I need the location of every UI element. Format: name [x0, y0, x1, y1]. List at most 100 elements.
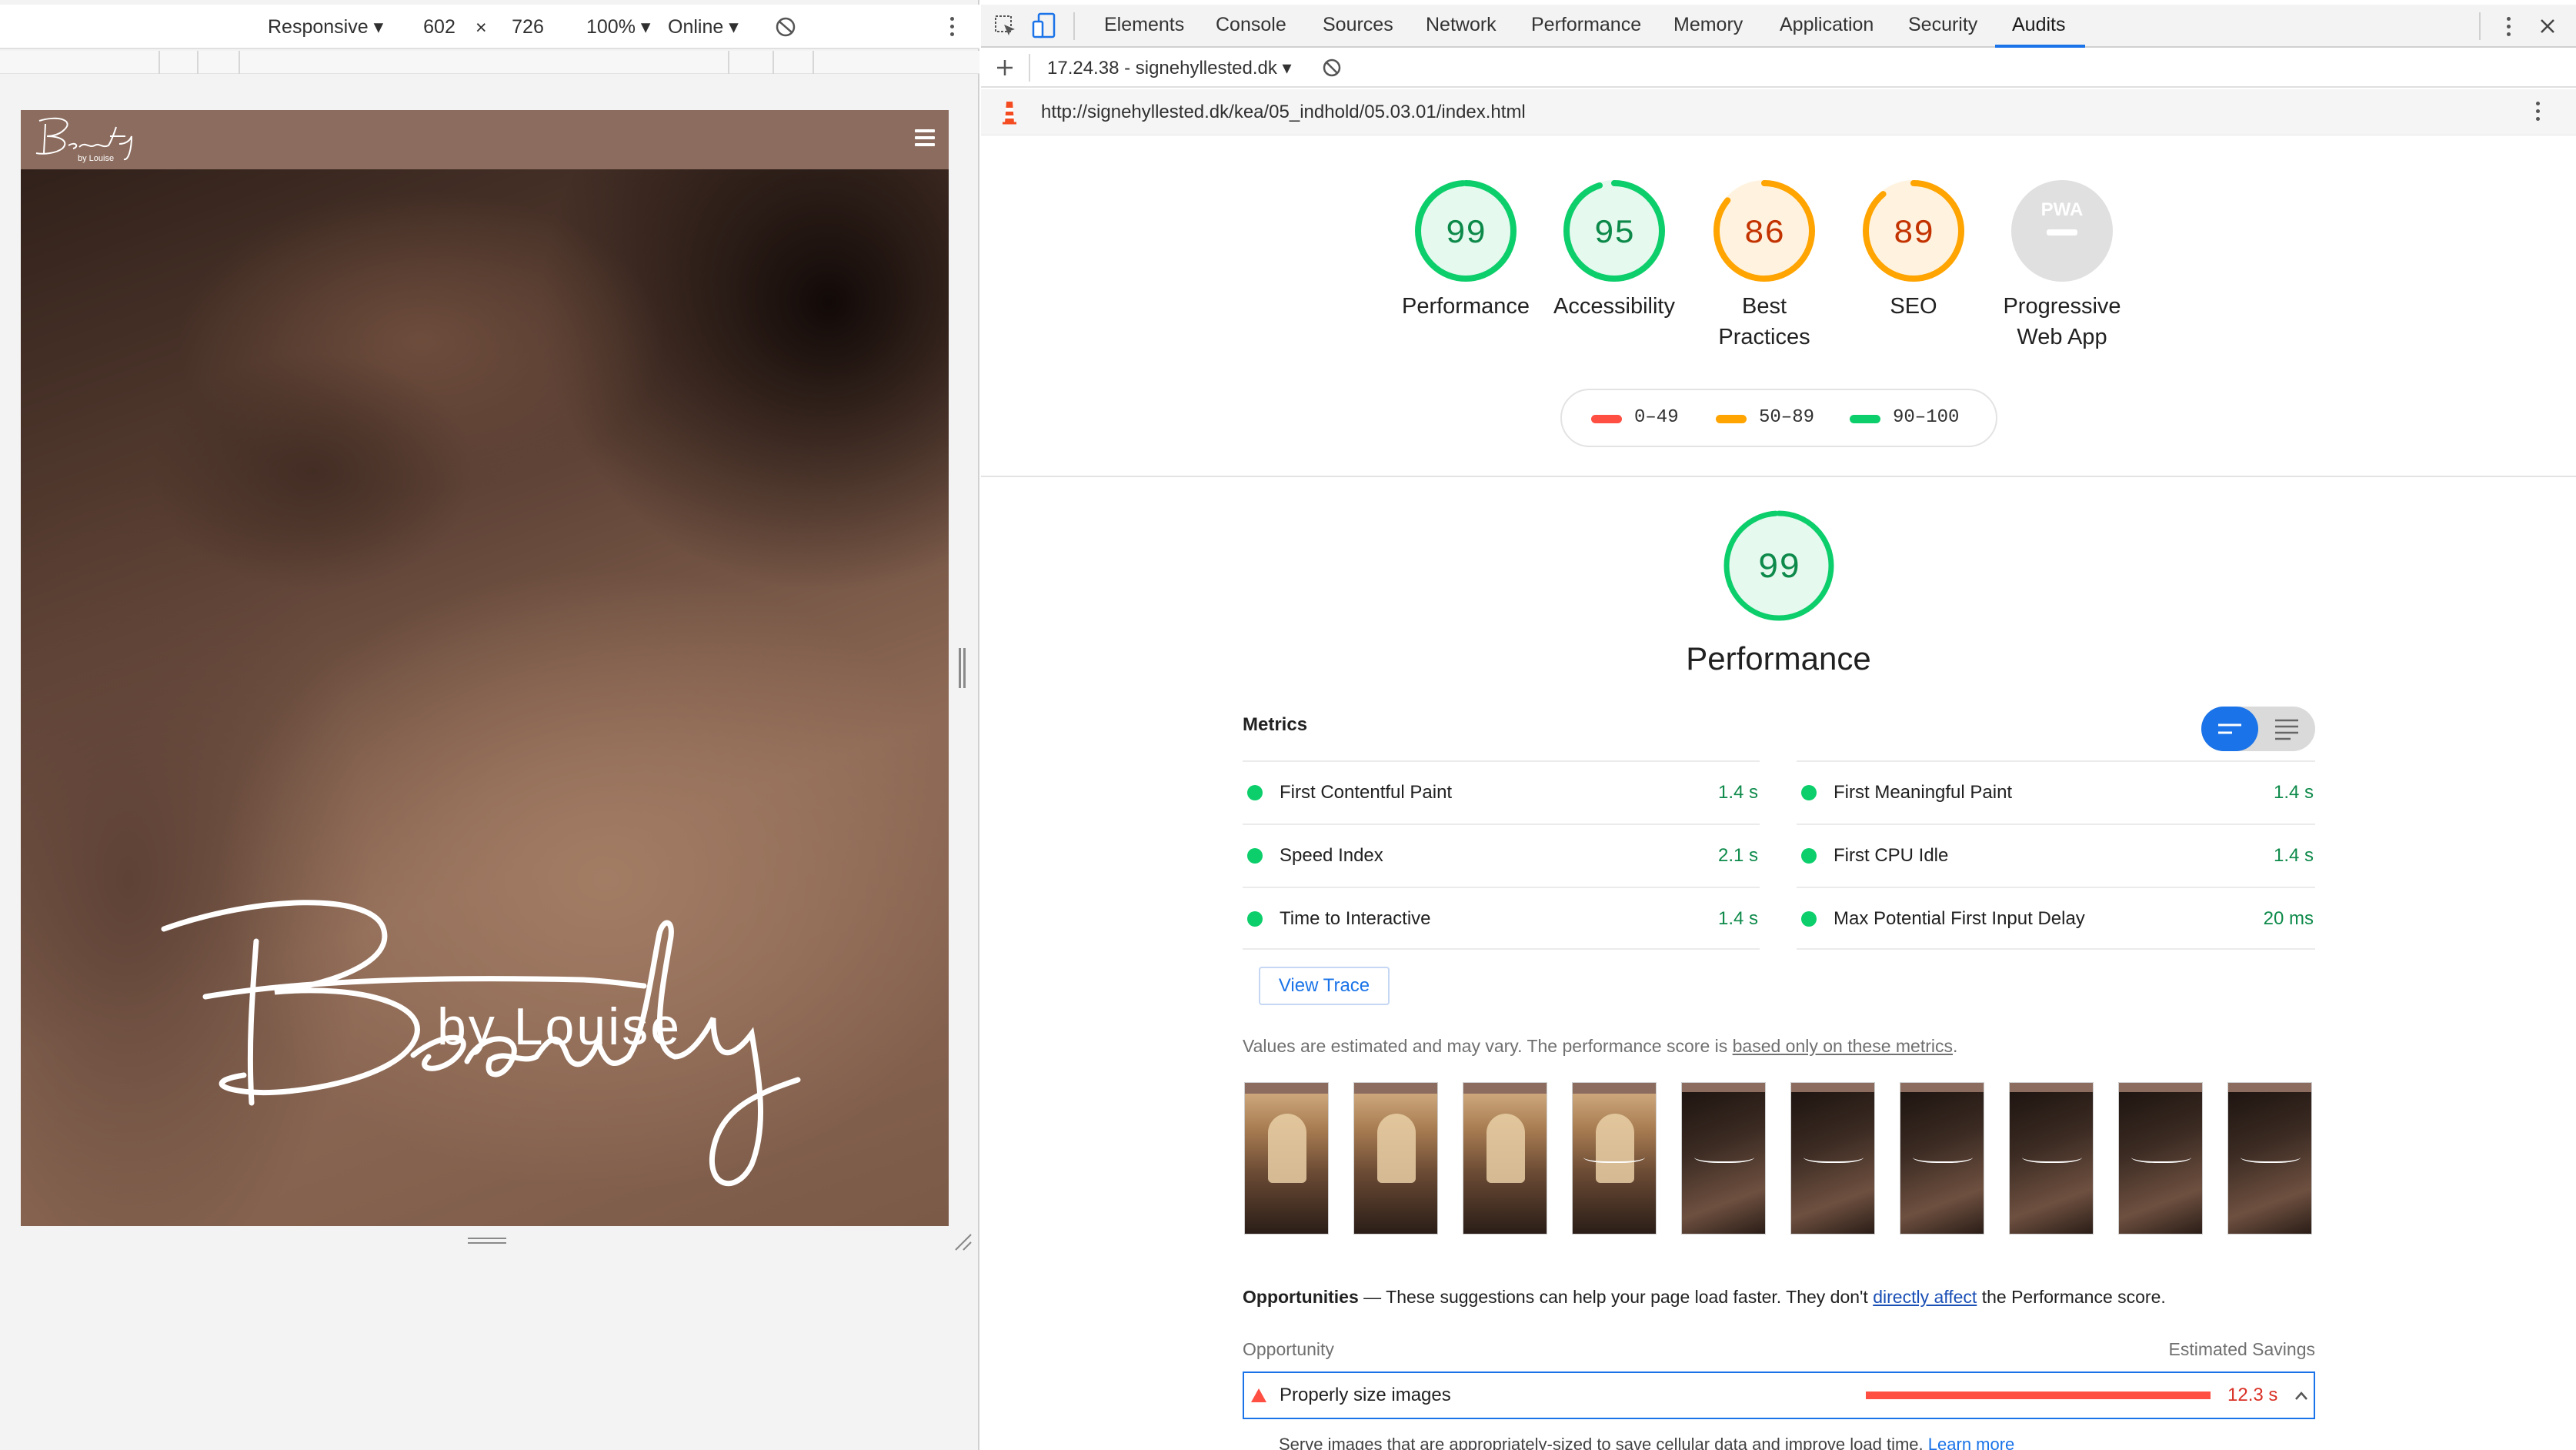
zoom-label: 100% — [586, 16, 636, 38]
height-input[interactable] — [495, 12, 561, 42]
pass-dot-icon — [1247, 911, 1263, 927]
metric-name: Time to Interactive — [1280, 908, 1431, 929]
metric-value: 2.1 s — [1717, 845, 1758, 866]
thumbnail-navbar — [1573, 1083, 1656, 1094]
metric-value: 1.4 s — [1717, 908, 1758, 929]
audited-url[interactable]: http://signehyllested.dk/kea/05_indhold/… — [1041, 102, 1526, 123]
gauge-ring: 95 — [1563, 180, 1665, 282]
filmstrip-frame — [1353, 1082, 1438, 1235]
compact-view-button[interactable] — [2201, 707, 2258, 751]
site-navbar: by Louise — [21, 110, 949, 169]
filmstrip-frame — [1790, 1082, 1875, 1235]
thumbnail-navbar — [2119, 1083, 2202, 1092]
resize-handle-bottom[interactable] — [468, 1238, 506, 1247]
zoom-select[interactable]: 100% ▾ — [586, 15, 650, 38]
resize-corner-icon[interactable] — [951, 1230, 974, 1253]
emulated-page: by Louise by Louise — [21, 110, 949, 1226]
tab-elements[interactable]: Elements — [1104, 14, 1184, 36]
gauge-label: Best Practices — [1718, 294, 1810, 349]
pass-dot-icon — [1801, 911, 1817, 927]
pass-dot-icon — [1801, 848, 1817, 864]
filmstrip-frame — [1900, 1082, 1984, 1235]
resize-handle-right[interactable] — [959, 648, 966, 688]
estimated-note: Values are estimated and may vary. The p… — [1243, 1036, 1958, 1056]
tab-audits[interactable]: Audits — [2012, 14, 2065, 36]
metric-row: First Meaningful Paint 1.4 s — [1797, 760, 2315, 824]
thumbnail-logo — [1583, 1149, 1645, 1163]
performance-score-large: 99 — [1757, 548, 1800, 588]
legend-pass-range: 90–100 — [1893, 407, 1960, 428]
clear-all-icon[interactable] — [1322, 58, 1342, 78]
report-more-icon[interactable] — [2534, 102, 2541, 125]
tab-security[interactable]: Security — [1908, 14, 1977, 36]
gauge-score: 99 — [1446, 215, 1487, 253]
device-more-icon[interactable] — [948, 17, 956, 40]
pass-dot-icon — [1247, 785, 1263, 800]
metric-row: Time to Interactive 1.4 s — [1243, 887, 1760, 950]
thumbnail-navbar — [1463, 1083, 1547, 1094]
media-query-ruler[interactable] — [0, 51, 979, 74]
opportunity-description: Serve images that are appropriately-size… — [1279, 1435, 2014, 1450]
expanded-view-icon[interactable] — [2274, 717, 2300, 740]
metrics-heading: Metrics — [1243, 714, 1308, 735]
devtools-tabbar: Elements Console Sources Network Perform… — [981, 5, 2576, 48]
tab-network[interactable]: Network — [1426, 14, 1497, 36]
rotate-icon[interactable] — [774, 15, 797, 38]
thumbnail-navbar — [1791, 1083, 1874, 1092]
thumbnail-logo — [2131, 1149, 2191, 1163]
device-toolbar-toggle-icon[interactable] — [1032, 12, 1058, 40]
gauge-score: 95 — [1594, 215, 1635, 253]
site-logo-subtext: by Louise — [78, 154, 114, 163]
learn-more-link[interactable]: Learn more — [1928, 1435, 2015, 1450]
filmstrip-frame — [2118, 1082, 2203, 1235]
thumbnail-figure — [1596, 1114, 1634, 1183]
directly-affect-link[interactable]: directly affect — [1873, 1287, 1977, 1307]
chevron-up-icon[interactable] — [2294, 1390, 2309, 1402]
metric-name: First Meaningful Paint — [1834, 782, 2013, 803]
score-gauge-progressive-web-app[interactable]: PWA Progressive Web App — [1966, 177, 2158, 352]
filmstrip-frame — [1572, 1082, 1657, 1235]
metrics-view-toggle[interactable] — [2201, 707, 2315, 751]
pass-dot-icon — [1247, 848, 1263, 864]
device-toolbar: Responsive ▾ × 100% ▾ Online ▾ — [0, 5, 979, 49]
tab-memory[interactable]: Memory — [1673, 14, 1743, 36]
savings-value: 12.3 s — [2227, 1385, 2278, 1405]
metric-row: First CPU Idle 1.4 s — [1797, 824, 2315, 887]
metric-name: First CPU Idle — [1834, 845, 1949, 866]
device-select[interactable]: Responsive ▾ — [268, 15, 383, 38]
gauge-score: 89 — [1894, 215, 1934, 253]
inspect-element-icon[interactable] — [993, 14, 1018, 38]
opportunity-col-label: Opportunity — [1243, 1339, 1334, 1359]
hamburger-menu-icon[interactable] — [915, 129, 935, 148]
report-select[interactable]: 17.24.38 - signehyllested.dk ▾ — [1047, 57, 1292, 79]
devtools-pane: Elements Console Sources Network Perform… — [981, 0, 2576, 1450]
tab-application[interactable]: Application — [1780, 14, 1874, 36]
score-legend: 0–49 50–89 90–100 — [1560, 389, 1997, 447]
tab-console[interactable]: Console — [1216, 14, 1286, 36]
network-label: Online — [668, 16, 724, 38]
opportunity-row[interactable]: Properly size images 12.3 s — [1243, 1371, 2315, 1419]
thumbnail-logo — [1913, 1149, 1973, 1163]
device-select-label: Responsive — [268, 16, 369, 38]
close-icon[interactable] — [2538, 17, 2557, 35]
new-audit-plus-icon[interactable] — [995, 58, 1015, 78]
report-select-label: 17.24.38 - signehyllested.dk — [1047, 58, 1277, 79]
thumbnail-logo — [1694, 1149, 1754, 1163]
thumbnail-navbar — [1354, 1083, 1437, 1094]
opportunity-columns: Opportunity Estimated Savings — [1243, 1339, 2315, 1360]
gauge-label: Progressive Web App — [2003, 294, 2121, 349]
view-trace-button[interactable]: View Trace — [1259, 967, 1390, 1005]
width-input[interactable] — [406, 12, 472, 42]
devtools-more-icon[interactable] — [2504, 17, 2512, 40]
gauge-ring: PWA — [2011, 180, 2113, 282]
site-logo[interactable]: by Louise — [28, 113, 159, 165]
scoring-link[interactable]: based only on these metrics — [1733, 1036, 1953, 1056]
tab-sources[interactable]: Sources — [1323, 14, 1393, 36]
network-select[interactable]: Online ▾ — [668, 15, 739, 38]
gauge-ring: 99 — [1415, 180, 1517, 282]
metric-row: First Contentful Paint 1.4 s — [1243, 760, 1760, 824]
metric-value: 1.4 s — [1717, 782, 1758, 803]
tab-performance[interactable]: Performance — [1531, 14, 1641, 36]
gauge-ring: 86 — [1713, 180, 1815, 282]
opportunities-heading: Opportunities — [1243, 1287, 1359, 1307]
